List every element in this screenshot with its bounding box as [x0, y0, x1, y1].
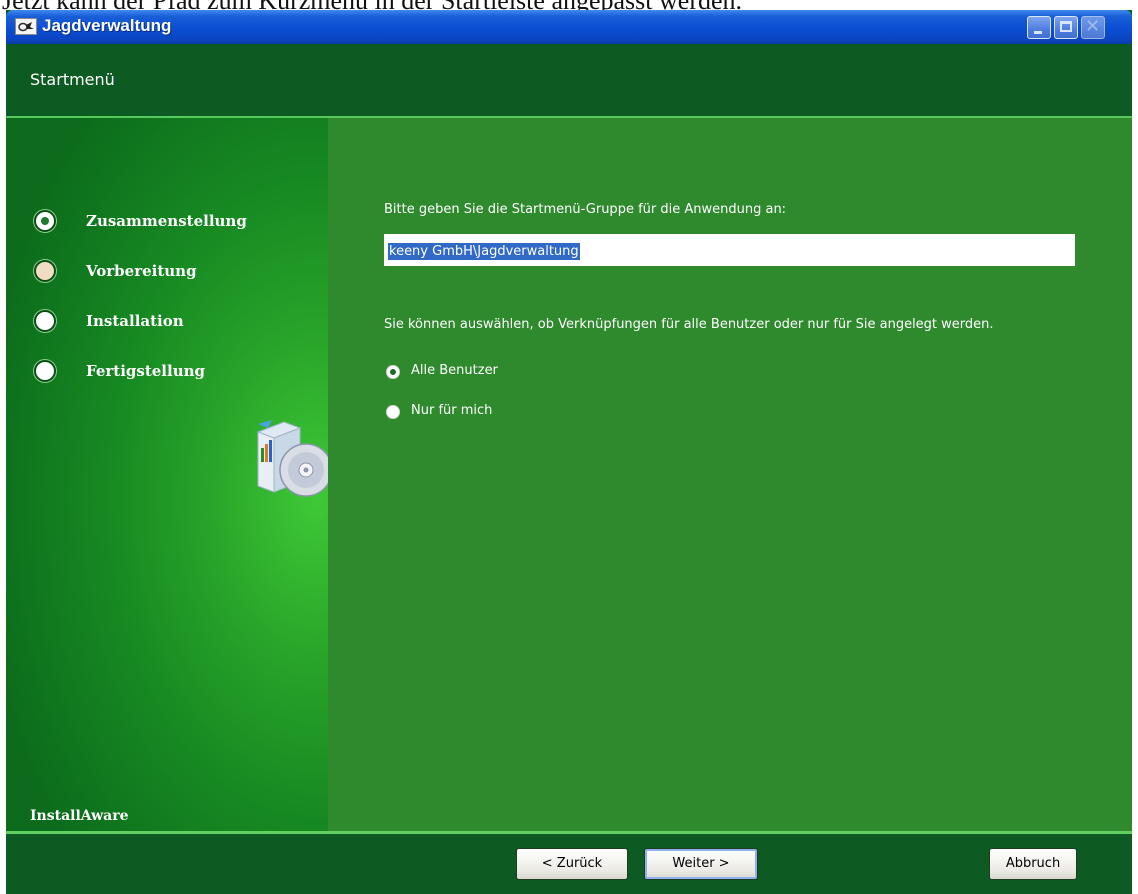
- radio-label[interactable]: Nur für mich: [411, 403, 492, 418]
- minimize-icon: [1034, 31, 1042, 34]
- page-title: Startmenü: [30, 70, 115, 89]
- startmenu-group-value: keeny GmbH\Jagdverwaltung: [388, 243, 580, 260]
- step-label: Installation: [86, 312, 184, 330]
- installer-window: Jagdverwaltung ✕ Startmenü Zusammenstell…: [6, 10, 1132, 894]
- radio-unchecked-icon[interactable]: [386, 405, 400, 419]
- step-label: Fertigstellung: [86, 362, 206, 380]
- steps-sidebar: Zusammenstellung Vorbereitung Installati…: [6, 118, 333, 831]
- cancel-button[interactable]: Abbruch: [989, 848, 1077, 880]
- close-icon: ✕: [1085, 16, 1101, 37]
- step-label: Zusammenstellung: [86, 212, 247, 230]
- radio-label[interactable]: Alle Benutzer: [411, 363, 498, 378]
- step-pending-icon: [34, 360, 56, 382]
- startmenu-group-input[interactable]: keeny GmbH\Jagdverwaltung: [384, 234, 1075, 266]
- document-caption: Jetzt kann der Pfad zum Kurzmenü in der …: [0, 0, 1138, 10]
- window-title: Jagdverwaltung: [42, 16, 172, 35]
- step-done-icon: [34, 210, 56, 232]
- step-label: Vorbereitung: [86, 262, 197, 280]
- maximize-button[interactable]: [1054, 16, 1078, 39]
- radio-checked-icon[interactable]: [386, 365, 400, 379]
- maximize-icon: [1060, 21, 1072, 32]
- software-box-icon: [244, 418, 334, 498]
- brand-label: InstallAware: [30, 808, 129, 824]
- step-current-icon: [34, 260, 56, 282]
- step-pending-icon: [34, 310, 56, 332]
- title-bar[interactable]: Jagdverwaltung ✕: [6, 10, 1132, 44]
- next-button[interactable]: Weiter >: [644, 848, 758, 880]
- app-icon: [15, 18, 37, 35]
- footer-bar: < Zurück Weiter > Abbruch: [6, 834, 1132, 894]
- back-button[interactable]: < Zurück: [516, 848, 628, 880]
- scope-hint-label: Sie können auswählen, ob Verknüpfungen f…: [384, 317, 994, 332]
- main-content: Bitte geben Sie die Startmenü-Gruppe für…: [328, 118, 1132, 831]
- page-header: Startmenü: [6, 44, 1132, 116]
- instruction-label: Bitte geben Sie die Startmenü-Gruppe für…: [384, 202, 787, 217]
- minimize-button[interactable]: [1027, 16, 1051, 39]
- close-button[interactable]: ✕: [1081, 16, 1105, 39]
